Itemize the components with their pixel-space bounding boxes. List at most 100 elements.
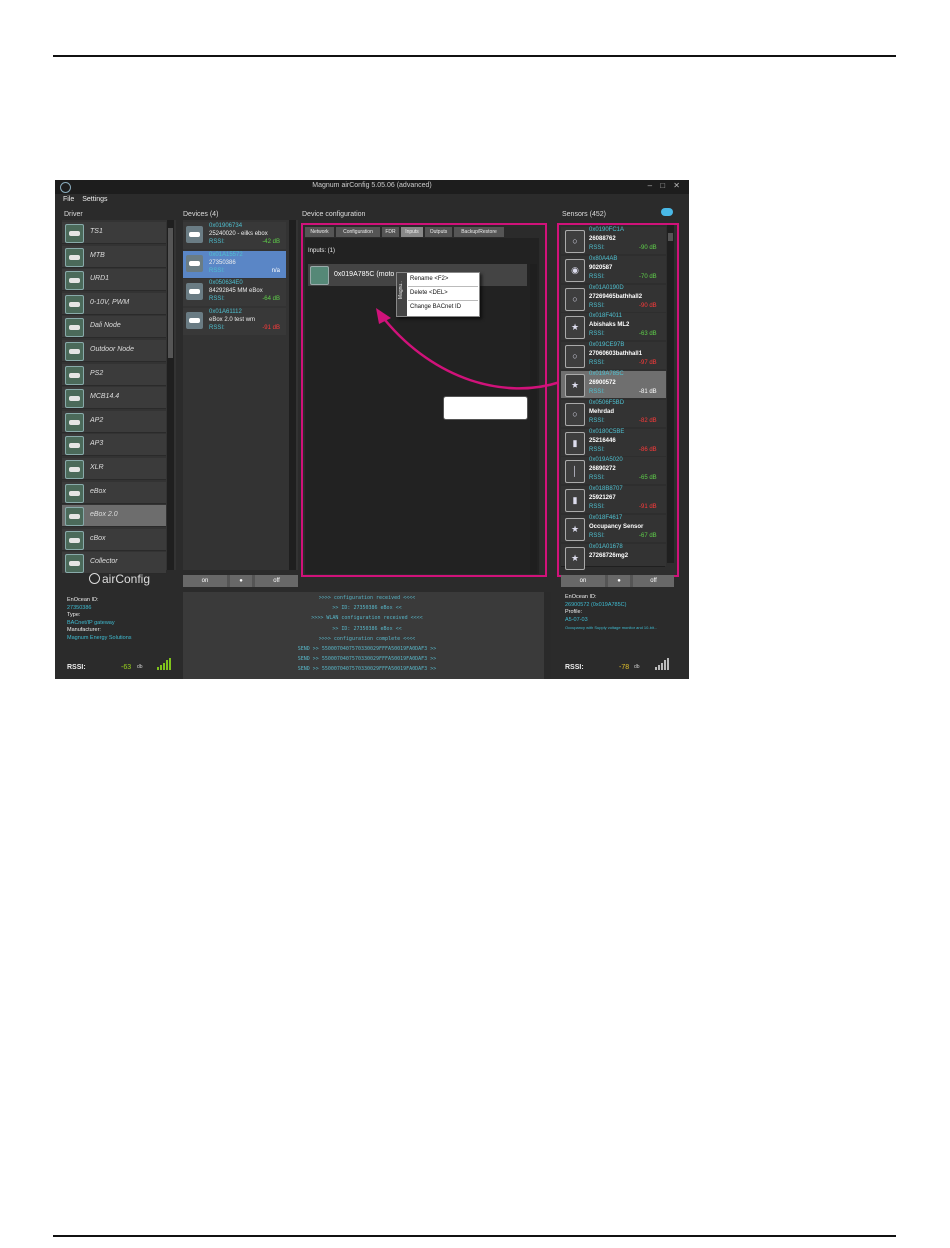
console-scrollbar[interactable] (544, 592, 551, 679)
manufacturer-label: Manufacturer: (67, 627, 101, 633)
driver-icon (65, 224, 84, 243)
device-icon (186, 311, 203, 329)
menu-settings[interactable]: Settings (82, 196, 107, 203)
driver-label: MCB14.4 (90, 393, 120, 401)
menu-bar: File Settings (55, 194, 689, 206)
delete-menu-item[interactable]: Delete <DEL> (410, 290, 448, 296)
driver-item[interactable]: AP3 (62, 434, 166, 457)
driver-scrollbar[interactable] (167, 220, 174, 570)
sensor-scrollbar[interactable] (667, 225, 674, 563)
device-item[interactable]: 0x01A61112 eBox 2.0 test wm RSSI: -91 dB (183, 307, 286, 335)
driver-icon (65, 271, 84, 291)
tab-configuration[interactable]: Configuration (336, 227, 380, 237)
sensor-item[interactable]: ○ 0x0190FC1A 26088762 RSSI: -90 dB (561, 227, 666, 254)
motion-icon: ★ (565, 374, 585, 397)
type-label: Type: (67, 612, 81, 618)
device-name: 27350386 (209, 259, 236, 266)
driver-item[interactable]: URD1 (62, 269, 166, 292)
driver-item[interactable]: PS2 (62, 363, 166, 386)
bottom-rule (53, 1235, 896, 1237)
driver-icon (65, 365, 84, 385)
console-line: >> ID: 27350386 eBox << (332, 605, 402, 612)
sensor-rssi: -82 dB (639, 417, 657, 424)
sensor-id: 0x01A0190D (589, 284, 624, 291)
sensor-item[interactable]: ▮ 0x018B8707 25921267 RSSI: -91 dB (561, 486, 666, 514)
sensor-rssi: -90 dB (639, 302, 657, 309)
sensor-id: 0x0180C5BE (589, 428, 625, 435)
sensor-item[interactable]: ○ 0x0506F5BD Mehrdad RSSI: -82 dB (561, 399, 666, 427)
sensor-item[interactable]: ★ 0x01A01678 27268726mg2 (561, 543, 666, 570)
device-item[interactable]: 0x01906734 25240020 - eilks ebox RSSI: -42 … (183, 222, 286, 249)
sensor-item[interactable]: │ 0x019A5020 26890272 RSSI: -65 dB (561, 457, 666, 485)
off-button[interactable]: off (255, 575, 298, 587)
device-rssi: -42 dB (262, 239, 280, 245)
airconfig-logo: airConfig (89, 572, 150, 586)
cloud-icon[interactable] (661, 208, 673, 216)
sensor-rssi-label: RSSI: (589, 417, 605, 424)
sensor-item[interactable]: ◉ 0x80A4AB 9020587 RSSI: -70 dB (561, 255, 666, 283)
sensor-off-button[interactable]: off (633, 575, 674, 587)
bulb-icon: ○ (565, 287, 585, 311)
driver-item[interactable]: TS1 (62, 222, 166, 244)
sensor-name: 26088762 (589, 236, 616, 242)
sensor-id: 0x80A4AB (589, 255, 618, 262)
sensor-item[interactable]: ★ 0x019A785C 26900572 RSSI: -81 dB (561, 371, 666, 398)
sensor-settings-button[interactable]: ● (608, 575, 630, 587)
sensor-item[interactable]: ★ 0x018F4011 Abishaks ML2 RSSI: -63 dB (561, 313, 666, 341)
driver-icon (65, 247, 84, 267)
sensor-enocean-id-value: 26900572 (0x019A785C) (565, 601, 627, 608)
window-controls[interactable]: – □ ✕ (648, 181, 683, 190)
driver-icon (65, 412, 84, 432)
sensor-rssi-label: RSSI: (589, 504, 605, 511)
sensor-rssi: -97 dB (639, 360, 657, 367)
left-info-panel: EnOcean ID: 27350386 Type: BACnet/IP gat… (67, 597, 132, 642)
drag-arrow (376, 308, 561, 390)
sensor-on-button[interactable]: on (561, 575, 605, 587)
sensor-name: Abishaks ML2 (589, 322, 630, 329)
rename-menu-item[interactable]: Rename <F2> (410, 276, 448, 282)
device-id: 0x01906734 (209, 223, 243, 229)
device-item[interactable]: 0x050634E0 84292845 MM eBox RSSI: -64 dB (183, 279, 286, 306)
motion-icon (310, 266, 329, 285)
driver-icon (65, 554, 84, 574)
driver-item[interactable]: Outdoor Node (62, 340, 166, 362)
device-rssi: n/a (271, 267, 280, 274)
sensor-item[interactable]: ○ 0x01A0190D 27269465bathhall2 RSSI: -90 dB (561, 284, 666, 312)
device-icon (186, 283, 203, 300)
console-line: SEND >> 5500070407570330029FFFA50019FA0D… (297, 666, 437, 673)
driver-item[interactable]: eBox 2.0 (62, 505, 166, 528)
driver-item[interactable]: 0-10V, PWM (62, 292, 166, 315)
settings-button[interactable]: ● (230, 575, 252, 587)
device-scrollbar[interactable] (289, 220, 296, 570)
menu-file[interactable]: File (63, 196, 74, 203)
driver-item[interactable]: MTB (62, 245, 166, 268)
sensor-rssi: -70 dB (639, 273, 657, 280)
driver-item[interactable]: AP2 (62, 410, 166, 433)
on-button[interactable]: on (183, 575, 227, 587)
tab-fdr[interactable]: FDR (382, 227, 399, 237)
device-rssi-label: RSSI: (209, 267, 225, 274)
right-rssi-label: RSSI: (565, 664, 584, 671)
type-value: BACnet/IP gateway (67, 619, 115, 626)
tab-network[interactable]: Network (305, 227, 334, 237)
sensor-rssi-label: RSSI: (589, 273, 605, 280)
driver-item[interactable]: MCB14.4 (62, 387, 166, 410)
tab-backup-restore[interactable]: Backup/Restore (454, 227, 504, 237)
driver-item[interactable]: cBox (62, 528, 166, 551)
driver-item[interactable]: Dali Node (62, 316, 166, 339)
sensor-rssi: -81 dB (639, 389, 657, 395)
context-menu-side-label: Magnu.. (398, 281, 404, 300)
sensor-rssi-label: RSSI: (589, 533, 605, 539)
sensor-item[interactable]: ○ 0x019CE97B 27060603bathhall1 RSSI: -97 dB (561, 342, 666, 370)
sensor-item[interactable]: ★ 0x018F4617 Occupancy Sensor RSSI: -67 dB (561, 515, 666, 542)
device-name: eBox 2.0 test wm (209, 316, 256, 323)
driver-item[interactable]: eBox (62, 481, 166, 504)
device-item[interactable]: 0x01A15572 27350386 RSSI: n/a (183, 250, 286, 278)
driver-label: PS2 (90, 369, 104, 377)
driver-item[interactable]: XLR (62, 458, 166, 480)
driver-icon (65, 483, 84, 503)
driver-label: AP2 (90, 416, 104, 424)
sensor-item[interactable]: ▮ 0x0180C5BE 25216446 RSSI: -86 dB (561, 428, 666, 456)
tab-inputs[interactable]: Inputs (401, 227, 423, 237)
tab-outputs[interactable]: Outputs (425, 227, 452, 237)
